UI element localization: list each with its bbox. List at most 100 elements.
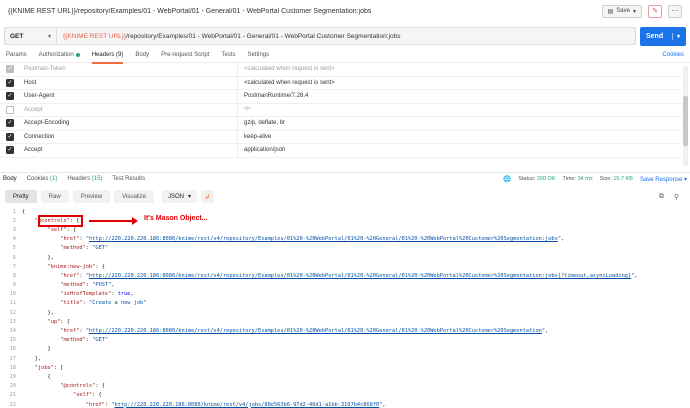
header-value[interactable]: */*	[238, 107, 250, 113]
code-line: 19 {	[0, 372, 690, 381]
line-number: 15	[9, 337, 16, 344]
line-number: 5	[12, 245, 16, 252]
code-line: 6 },	[0, 253, 690, 262]
send-button[interactable]: Send ▾	[640, 26, 686, 46]
save-label: Save	[616, 8, 630, 14]
code-text: },	[22, 309, 54, 316]
format-value: JSON	[167, 193, 184, 200]
header-key[interactable]: User-Agent	[20, 90, 238, 103]
header-row: Accept */*	[0, 103, 682, 117]
code-line: 13 "up": {	[0, 317, 690, 326]
code-line: 8 "href": "http://220.220.220.186:8080/k…	[0, 271, 690, 280]
line-number: 11	[9, 300, 16, 307]
code-text: "href": "http://220.220.220.186:8080/kni…	[60, 236, 565, 243]
headers-table: ✓ Postman-Token <calculated when request…	[0, 63, 682, 158]
tab-settings[interactable]: Settings	[247, 48, 269, 63]
code-text: "method": "POST",	[60, 282, 115, 289]
chevron-down-icon: ▾	[187, 194, 191, 200]
tab-authorization[interactable]: Authorization	[39, 48, 80, 63]
line-number: 20	[9, 383, 16, 390]
copy-icon[interactable]: ⧉	[659, 193, 664, 201]
mode-preview[interactable]: Preview	[72, 190, 111, 203]
headers-scrollbar[interactable]	[683, 66, 688, 166]
checkbox[interactable]: ✓	[6, 119, 14, 128]
mode-visualize[interactable]: Visualize	[114, 190, 154, 203]
code-text: "up": {	[47, 318, 70, 325]
time-value: 34 ms	[577, 176, 593, 182]
size-label: Size:	[599, 176, 612, 182]
tab-params[interactable]: Params	[6, 48, 27, 63]
chevron-down-icon[interactable]: ▾	[671, 32, 680, 40]
line-number: 8	[12, 272, 16, 279]
line-number: 22	[9, 401, 16, 408]
line-number: 13	[9, 318, 16, 325]
pencil-icon[interactable]: ✎	[648, 4, 662, 18]
code-line: 11 "title": "Create a new job"	[0, 299, 690, 308]
tab-body[interactable]: Body	[135, 48, 149, 63]
chevron-down-icon: ▾	[47, 33, 51, 40]
format-select[interactable]: JSON ▾	[161, 190, 197, 203]
checkbox[interactable]: ✓	[6, 65, 14, 74]
code-line: 22 "href": "http://220.220.220.186:8080/…	[0, 400, 690, 408]
cookies-link[interactable]: Cookies	[662, 52, 684, 58]
url-input[interactable]: {{KNIME REST URL}}/repository/Examples/0…	[56, 27, 636, 45]
code-text: "href": "http://220.220.220.186:8080/kni…	[60, 272, 638, 279]
header-value[interactable]: <calculated when request is sent>	[238, 66, 335, 72]
title-actions: ▤ Save ▾ ✎ ⋯	[601, 4, 682, 18]
header-key[interactable]: Accept	[20, 144, 238, 157]
tab-test-results[interactable]: Test Results	[112, 176, 145, 182]
request-title-bar: {{KNIME REST URL}}/repository/Examples/0…	[0, 0, 690, 22]
checkbox[interactable]: ✓	[6, 132, 14, 141]
save-response-button[interactable]: Save Response ▾	[640, 176, 687, 183]
header-key[interactable]: Host	[20, 76, 238, 89]
line-number: 6	[12, 254, 16, 261]
header-value[interactable]: <calculated when request is sent>	[238, 80, 335, 86]
header-row: ✓ Postman-Token <calculated when request…	[0, 63, 682, 77]
code-text: "knime:new-job": {	[47, 263, 105, 270]
code-text: "self": {	[47, 226, 77, 233]
time-readout: Time: 34 ms	[563, 176, 593, 182]
header-value[interactable]: keep-alive	[238, 134, 271, 140]
code-line: 10 "isHrefTemplate": true,	[0, 290, 690, 299]
code-text: "isHrefTemplate": true,	[60, 291, 134, 298]
search-icon[interactable]: ⚲	[674, 193, 679, 201]
tab-headers[interactable]: Headers (9)	[91, 48, 123, 64]
header-key[interactable]: Accept-Encoding	[20, 117, 238, 130]
code-text: "method": "GET"	[60, 337, 109, 344]
tab-pre-request-script[interactable]: Pre-request Script	[161, 48, 209, 63]
line-number: 1	[12, 208, 16, 215]
mode-pretty[interactable]: Pretty	[5, 190, 37, 203]
tab-response-body[interactable]: Body	[3, 176, 17, 182]
ellipsis-icon[interactable]: ⋯	[668, 4, 682, 18]
save-button[interactable]: ▤ Save ▾	[601, 4, 642, 18]
send-label: Send	[646, 32, 664, 40]
header-key[interactable]: Postman-Token	[20, 63, 238, 76]
url-variable: {{KNIME REST URL}}	[63, 32, 127, 40]
header-key[interactable]: Accept	[20, 103, 238, 116]
header-value[interactable]: gzip, deflate, br	[238, 120, 285, 126]
globe-icon[interactable]: 🌐	[503, 175, 511, 183]
line-number: 7	[12, 263, 16, 270]
header-key[interactable]: Connection	[20, 130, 238, 143]
scrollbar-thumb[interactable]	[683, 96, 688, 146]
line-number: 9	[12, 282, 16, 289]
tab-tests[interactable]: Tests	[221, 48, 235, 63]
size-value: 15.7 KB	[613, 176, 633, 182]
code-text: {	[22, 373, 51, 380]
checkbox[interactable]: ✓	[6, 146, 14, 155]
header-value[interactable]: application/json	[238, 147, 285, 153]
header-row: ✓ Connection keep-alive	[0, 130, 682, 144]
checkbox[interactable]: ✓	[6, 92, 14, 101]
response-code-editor[interactable]: 1{2 "@controls": {3 "self": {4 "href": "…	[0, 207, 690, 408]
tab-response-cookies[interactable]: Cookies (1)	[27, 176, 58, 182]
mode-raw[interactable]: Raw	[40, 190, 69, 203]
line-number: 18	[9, 364, 16, 371]
method-select[interactable]: GET ▾	[4, 27, 56, 45]
code-line: 3 "self": {	[0, 225, 690, 234]
checkbox[interactable]: ✓	[6, 78, 14, 87]
header-value[interactable]: PostmanRuntime/7.28.4	[238, 93, 308, 99]
tab-response-headers[interactable]: Headers (15)	[67, 176, 102, 182]
checkbox[interactable]	[6, 105, 14, 114]
size-readout: Size: 15.7 KB	[600, 176, 633, 182]
wrap-lines-icon[interactable]: ↲	[200, 190, 214, 203]
